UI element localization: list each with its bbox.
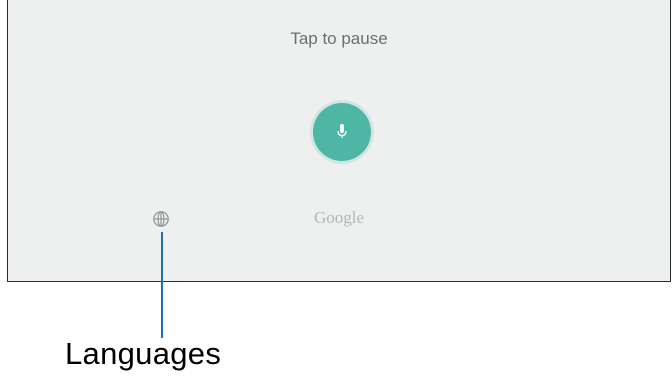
microphone-icon bbox=[337, 124, 347, 138]
voice-input-panel: Tap to pause Google bbox=[7, 0, 671, 282]
callout-line bbox=[161, 232, 163, 338]
callout-label-languages: Languages bbox=[65, 336, 222, 371]
status-text: Tap to pause bbox=[290, 29, 388, 48]
google-brand-text: Google bbox=[313, 208, 365, 227]
microphone-button[interactable] bbox=[313, 103, 371, 161]
